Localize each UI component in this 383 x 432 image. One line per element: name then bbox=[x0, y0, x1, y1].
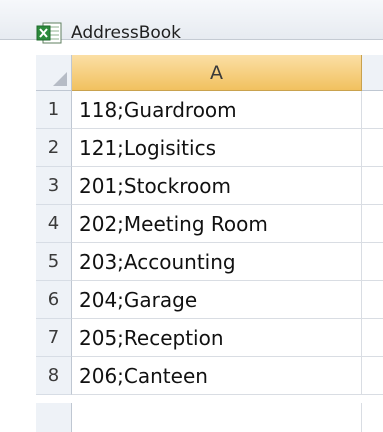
cell-b3[interactable] bbox=[362, 167, 383, 205]
table-row: 2 121;Logisitics bbox=[36, 129, 383, 167]
cell-b2[interactable] bbox=[362, 129, 383, 167]
table-row: 5 203;Accounting bbox=[36, 243, 383, 281]
cell-a4[interactable]: 202;Meeting Room bbox=[72, 205, 362, 243]
cell-a6[interactable]: 204;Garage bbox=[72, 281, 362, 319]
select-all-corner[interactable] bbox=[36, 55, 72, 91]
cell-a5[interactable]: 203;Accounting bbox=[72, 243, 362, 281]
table-row: 4 202;Meeting Room bbox=[36, 205, 383, 243]
row-header[interactable]: 1 bbox=[36, 91, 72, 129]
table-row: 6 204;Garage bbox=[36, 281, 383, 319]
table-row: 8 206;Canteen bbox=[36, 357, 383, 395]
window-title: AddressBook bbox=[71, 23, 182, 43]
row-header[interactable]: 7 bbox=[36, 319, 72, 357]
table-row bbox=[36, 403, 383, 432]
cell-b7[interactable] bbox=[362, 319, 383, 357]
cell-a7[interactable]: 205;Reception bbox=[72, 319, 362, 357]
column-header-a[interactable]: A bbox=[72, 55, 362, 91]
cell-a1[interactable]: 118;Guardroom bbox=[72, 91, 362, 129]
row-header[interactable]: 8 bbox=[36, 357, 72, 395]
column-header-b[interactable] bbox=[362, 55, 383, 91]
row-header[interactable]: 2 bbox=[36, 129, 72, 167]
spreadsheet-window: A 1 118;Guardroom 2 121;Logisitics 3 201… bbox=[0, 0, 383, 432]
cell-b8[interactable] bbox=[362, 357, 383, 395]
worksheet-grid: A 1 118;Guardroom 2 121;Logisitics 3 201… bbox=[0, 0, 383, 432]
cell-a8[interactable]: 206;Canteen bbox=[72, 357, 362, 395]
row-header[interactable]: 5 bbox=[36, 243, 72, 281]
cell-a2[interactable]: 121;Logisitics bbox=[72, 129, 362, 167]
row-header[interactable]: 3 bbox=[36, 167, 72, 205]
table-row: 1 118;Guardroom bbox=[36, 91, 383, 129]
cell-a9[interactable] bbox=[72, 403, 362, 432]
cell-b5[interactable] bbox=[362, 243, 383, 281]
cell-b1[interactable] bbox=[362, 91, 383, 129]
row-header[interactable]: 6 bbox=[36, 281, 72, 319]
cell-b6[interactable] bbox=[362, 281, 383, 319]
cell-b4[interactable] bbox=[362, 205, 383, 243]
table-row: 3 201;Stockroom bbox=[36, 167, 383, 205]
cell-a3[interactable]: 201;Stockroom bbox=[72, 167, 362, 205]
select-all-triangle-icon bbox=[53, 72, 67, 86]
row-header[interactable] bbox=[36, 403, 72, 432]
table-row: 7 205;Reception bbox=[36, 319, 383, 357]
row-header[interactable]: 4 bbox=[36, 205, 72, 243]
